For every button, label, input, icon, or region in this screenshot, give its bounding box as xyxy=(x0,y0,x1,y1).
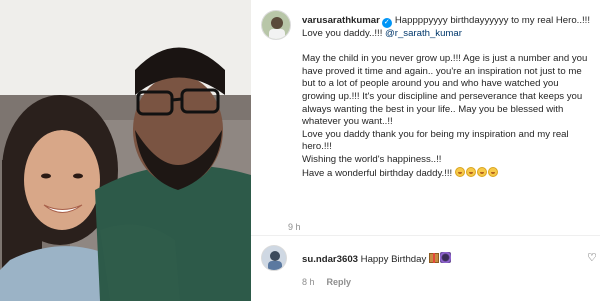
caption-love-inspiration: Love you daddy thank you for being my in… xyxy=(302,128,569,153)
verified-badge-icon: ✓ xyxy=(381,18,392,28)
gift-emoji-icon xyxy=(428,253,439,263)
caption-love-line: Love you daddy..!!! xyxy=(302,28,386,39)
post-timestamp: 9 h xyxy=(288,222,301,232)
comment-timestamp: 8 h xyxy=(302,277,315,287)
photo-illustration xyxy=(0,0,251,301)
smile-emoji-icon xyxy=(476,166,487,177)
post-details-panel: varusarathkumar ✓ Happppyyyy birthdayyyyyy… xyxy=(251,0,600,301)
post-caption: varusarathkumar ✓ Happppyyyy birthdayyyyyy… xyxy=(302,15,594,180)
mention-link[interactable]: @r_sarath_kumar xyxy=(385,28,462,39)
smile-emoji-icon xyxy=(487,166,498,177)
caption-paragraph: May the child in you never grow up.!!! A… xyxy=(302,53,588,128)
caption-birthday: Have a wonderful birthday daddy.!!! xyxy=(302,167,455,179)
commenter-username[interactable]: su.ndar3603 xyxy=(302,254,358,265)
caption-first-line: Happppyyyy birthdayyyyyy to my real Hero… xyxy=(394,15,591,26)
author-username[interactable]: varusarathkumar xyxy=(302,15,380,26)
commenter-avatar-image xyxy=(262,246,286,270)
smile-emoji-icon xyxy=(454,166,465,177)
comments-divider xyxy=(251,235,600,236)
comment-text: Happy Birthday xyxy=(360,254,429,265)
post-photo xyxy=(0,0,251,301)
star-emoji-icon xyxy=(439,252,451,263)
comment-meta: 8 h Reply xyxy=(302,277,351,287)
comment: su.ndar3603 Happy Birthday xyxy=(302,252,572,266)
author-avatar[interactable] xyxy=(261,10,291,40)
heart-icon[interactable]: ♡ xyxy=(587,251,597,264)
smile-emoji-icon xyxy=(465,166,476,177)
commenter-avatar[interactable] xyxy=(261,245,287,271)
caption-wishing: Wishing the world's happiness..!! xyxy=(302,153,442,165)
reply-button[interactable]: Reply xyxy=(327,277,352,287)
avatar-image xyxy=(262,11,290,39)
